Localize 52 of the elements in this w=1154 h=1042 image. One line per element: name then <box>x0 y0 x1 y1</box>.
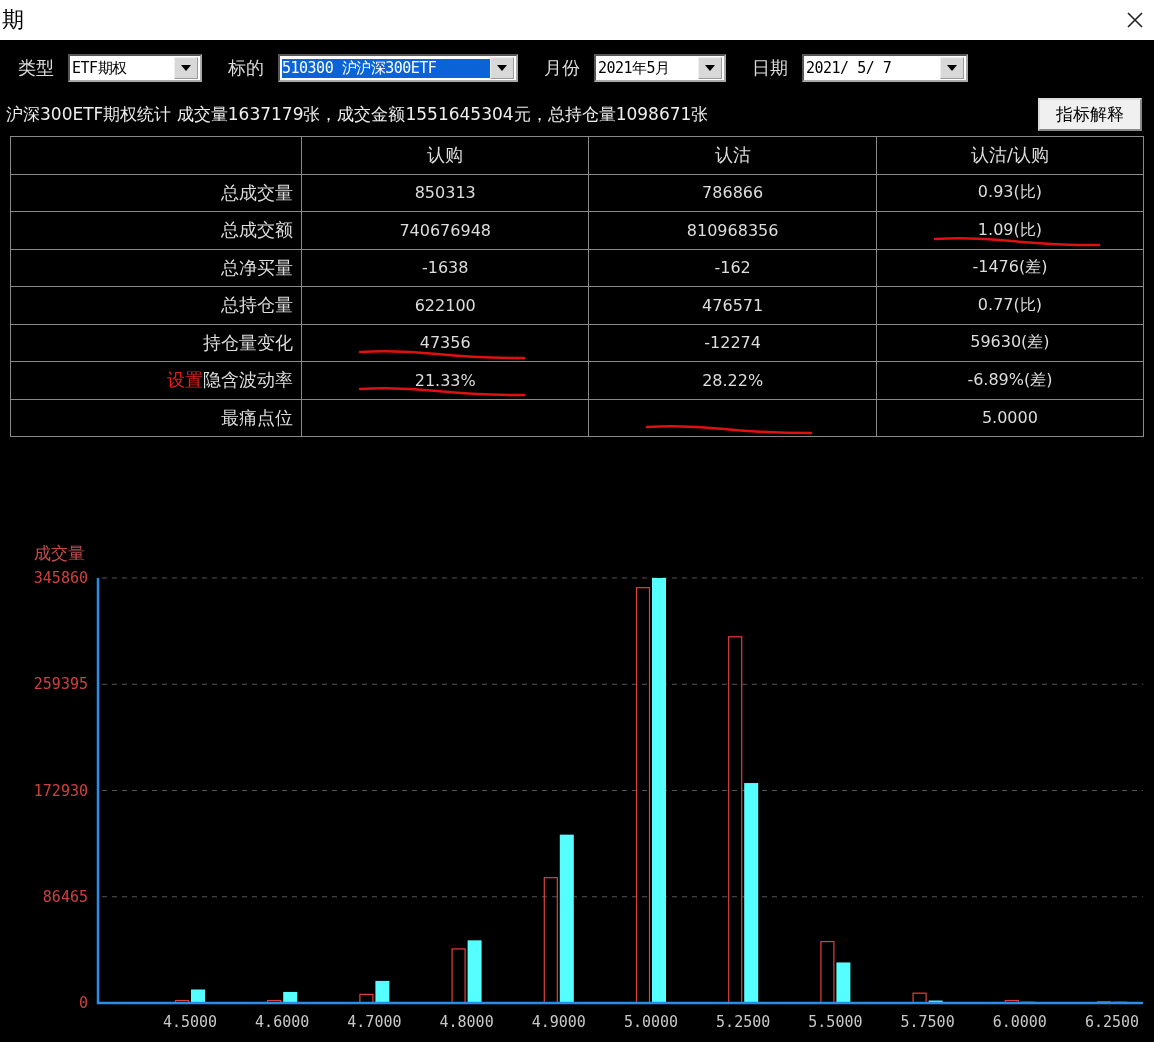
table-cell: -1638 <box>301 249 589 287</box>
table-cell: -1476(差) <box>876 249 1144 287</box>
table-cell: 0.93(比) <box>876 174 1144 212</box>
row-label: 总成交额 <box>221 219 293 241</box>
table-cell: 810968356 <box>588 211 877 249</box>
table-cell: -162 <box>588 249 877 287</box>
row-label: 最痛点位 <box>221 406 293 428</box>
table-cell: 59630(差) <box>876 324 1144 362</box>
row-label: 总成交量 <box>221 181 293 203</box>
axis-label: 成交量 <box>33 542 86 565</box>
filter-label: 日期 <box>752 56 788 80</box>
table-cell: 0.77(比) <box>876 286 1144 324</box>
x-tick-label: 5.0000 <box>623 1013 679 1031</box>
row-label: 总净买量 <box>221 256 293 278</box>
x-tick-label: 6.0000 <box>992 1013 1047 1031</box>
table-cell: 740676948 <box>301 211 589 249</box>
x-tick-label: 6.2500 <box>1084 1013 1140 1031</box>
table-cell: -6.89%(差) <box>876 361 1144 399</box>
table-cell: -12274 <box>588 324 877 362</box>
column-header: 认沽 <box>588 136 877 174</box>
table-cell: 5.0000 <box>876 399 1144 437</box>
row-label: 隐含波动率 <box>203 369 293 391</box>
x-tick-label: 4.9000 <box>531 1013 586 1031</box>
table-cell: 476571 <box>588 286 877 324</box>
table-cell: 21.33% <box>301 361 589 399</box>
x-tick-label: 4.5000 <box>162 1013 218 1031</box>
x-tick-label: 4.7000 <box>347 1013 402 1031</box>
filter-label: 类型 <box>18 56 54 80</box>
row-label: 持仓量变化 <box>203 331 293 353</box>
y-tick-label: 86465 <box>42 887 88 906</box>
x-tick-label: 5.7500 <box>900 1013 955 1031</box>
y-tick-label: 172930 <box>33 781 88 800</box>
x-tick-label: 5.5000 <box>808 1013 863 1031</box>
x-tick-label: 4.8000 <box>439 1013 494 1031</box>
y-tick-label: 345860 <box>33 570 88 587</box>
column-header: 认沽/认购 <box>876 136 1144 174</box>
filter-label: 月份 <box>544 56 580 80</box>
table-cell: 1.09(比) <box>876 211 1144 249</box>
table-cell: 850313 <box>301 174 589 212</box>
table-cell: 28.22% <box>588 361 877 399</box>
table-cell: 622100 <box>301 286 589 324</box>
table-cell: 786866 <box>588 174 877 212</box>
y-tick-label: 259395 <box>33 675 88 694</box>
window-title: 期 <box>2 6 24 34</box>
filter-label: 标的 <box>228 56 264 80</box>
row-label: 总持仓量 <box>221 294 293 316</box>
column-header: 认购 <box>301 136 589 174</box>
x-tick-label: 4.6000 <box>255 1013 310 1031</box>
x-tick-label: 5.2500 <box>716 1013 771 1031</box>
y-tick-label: 0 <box>78 994 88 1012</box>
table-cell: 47356 <box>301 324 589 362</box>
summary-text: 沪深300ETF期权统计 成交量1637179张，成交金额1551645304元，总持仓量1098671张 <box>6 102 709 126</box>
